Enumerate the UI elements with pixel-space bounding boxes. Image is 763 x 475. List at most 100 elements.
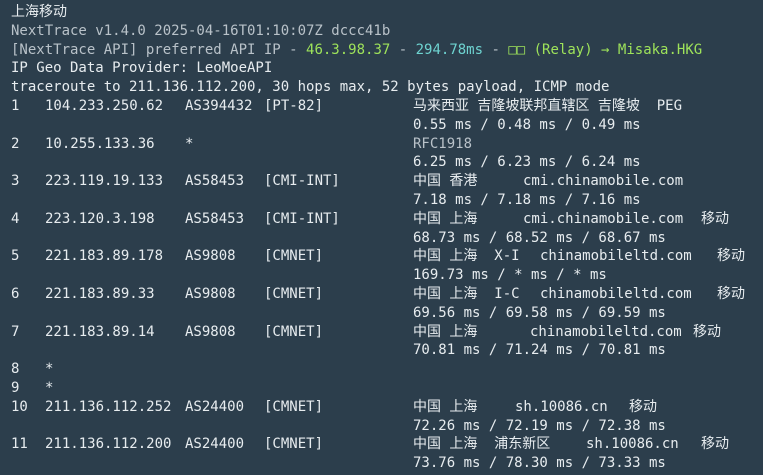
hop-latency-row: 72.26 ms / 72.19 ms / 72.38 ms: [11, 417, 763, 436]
hop-ip: *: [45, 379, 54, 396]
hop-asn: AS24400: [185, 398, 245, 415]
hop-tag: [CMNET]: [264, 436, 324, 453]
hop-latency-row: 73.76 ms / 78.30 ms / 73.33 ms: [11, 454, 763, 473]
hop-latency-row: 0.55 ms / 0.48 ms / 0.49 ms: [11, 116, 763, 135]
hop-latency: 72.26 ms / 72.19 ms / 72.38 ms: [413, 417, 666, 434]
version-line: NextTrace v1.4.0 2025-04-16T01:10:07Z dc…: [11, 22, 391, 39]
hop-domain: cmi.chinamobile.com: [523, 173, 684, 190]
hop-row: 7 221.183.89.14 AS9808 [CMNET] 中国 上海 chinamob…: [11, 323, 763, 342]
hop-latency-row: 70.81 ms / 71.24 ms / 70.81 ms: [11, 341, 763, 360]
hop-tag: [CMNET]: [264, 248, 324, 265]
hop-isp: 移动: [693, 323, 721, 340]
hop-isp: 移动: [701, 436, 729, 453]
hop-asn: AS394432: [185, 97, 253, 114]
hop-ip: 223.120.3.198: [45, 210, 155, 227]
hop-latency: 69.56 ms / 69.58 ms / 69.59 ms: [413, 304, 666, 321]
hop-ip: 104.233.250.62: [45, 97, 164, 114]
hop-latency: 70.81 ms / 71.24 ms / 70.81 ms: [413, 342, 666, 359]
traceroute-line: traceroute to 211.136.112.200, 30 hops m…: [11, 79, 610, 96]
hop-asn: *: [185, 135, 194, 152]
hop-ip: 221.183.89.33: [45, 285, 155, 302]
hop-latency: 73.76 ms / 78.30 ms / 73.33 ms: [413, 455, 666, 472]
api-ip: 46.3.98.37: [306, 41, 391, 58]
hop-asn: AS58453: [185, 210, 245, 227]
hop-latency: 68.73 ms / 68.52 ms / 68.67 ms: [413, 229, 666, 246]
hop-geo: 中国 香港: [413, 173, 478, 190]
hop-domain: chinamobileltd.com: [540, 285, 692, 302]
hop-number: 5: [11, 248, 20, 265]
hop-latency-row: 6.25 ms / 6.23 ms / 6.24 ms: [11, 153, 763, 172]
hop-number: 2: [11, 135, 20, 152]
hop-latency: 7.18 ms / 7.18 ms / 7.16 ms: [413, 191, 641, 208]
hop-domain: sh.10086.cn: [586, 436, 679, 453]
geo-provider-line: IP Geo Data Provider: LeoMoeAPI: [11, 60, 273, 77]
hop-ip: 221.183.89.14: [45, 323, 155, 340]
hop-number: 8: [11, 361, 20, 378]
hop-asn: AS9808: [185, 248, 236, 265]
hop-domain: chinamobileltd.com: [540, 248, 692, 265]
terminal-window[interactable]: 上海移动 NextTrace v1.4.0 2025-04-16T01:10:0…: [0, 0, 763, 475]
hop-asn: AS9808: [185, 323, 236, 340]
hop-geo: 中国 上海 浦东新区: [413, 436, 551, 453]
hop-asn: AS58453: [185, 173, 245, 190]
hop-number: 3: [11, 173, 20, 190]
hop-row: 3 223.119.19.133 AS58453 [CMI-INT] 中国 香港 cmi.…: [11, 172, 763, 191]
hop-domain: chinamobileltd.com: [530, 323, 682, 340]
hop-domain: sh.10086.cn: [515, 398, 608, 415]
hop-number: 7: [11, 323, 20, 340]
hop-row: 10 211.136.112.252 AS24400 [CMNET] 中国 上海 sh.1…: [11, 398, 763, 417]
hop-geo: 中国 上海 X-I: [413, 248, 520, 265]
api-prefix: [NextTrace API] preferred API IP -: [11, 41, 307, 58]
api-latency: 294.78ms: [415, 41, 484, 58]
api-sep-1: -: [390, 41, 416, 58]
hop-geo: 中国 上海: [413, 398, 478, 415]
hop-latency-row: 169.73 ms / * ms / * ms: [11, 266, 763, 285]
hop-row: 9 *: [11, 379, 763, 398]
hop-latency: 169.73 ms / * ms / * ms: [413, 267, 607, 284]
hop-number: 9: [11, 379, 20, 396]
hop-row: 6 221.183.89.33 AS9808 [CMNET] 中国 上海 I-C chin…: [11, 285, 763, 304]
hop-latency: 0.55 ms / 0.48 ms / 0.49 ms: [413, 116, 641, 133]
hop-domain: cmi.chinamobile.com: [523, 210, 684, 227]
hop-row: 11 211.136.112.200 AS24400 [CMNET] 中国 上海 浦东新…: [11, 435, 763, 454]
hop-tag: [CMI-INT]: [264, 210, 340, 227]
hop-isp: 移动: [629, 398, 657, 415]
hop-isp: 移动: [717, 285, 745, 302]
hop-geo: 马来西亚 吉隆坡联邦直辖区 吉隆坡 PEG: [413, 97, 683, 114]
hop-latency-row: 7.18 ms / 7.18 ms / 7.16 ms: [11, 191, 763, 210]
hop-asn: AS24400: [185, 436, 245, 453]
hop-tag: [CMNET]: [264, 398, 324, 415]
hop-ip: 211.136.112.252: [45, 398, 172, 415]
hop-row: 4 223.120.3.198 AS58453 [CMI-INT] 中国 上海 cmi.c…: [11, 210, 763, 229]
hop-tag: [CMNET]: [264, 285, 324, 302]
hop-number: 4: [11, 210, 20, 227]
hop-isp: 移动: [701, 210, 729, 227]
hop-ip: 211.136.112.200: [45, 436, 172, 453]
hop-ip: 221.183.89.178: [45, 248, 164, 265]
hop-geo: 中国 上海 I-C: [413, 285, 520, 302]
hop-latency: 6.25 ms / 6.23 ms / 6.24 ms: [413, 154, 641, 171]
hop-geo: RFC1918: [413, 135, 473, 152]
hop-ip: 223.119.19.133: [45, 173, 164, 190]
hop-geo: 中国 上海: [413, 323, 478, 340]
hop-row: 8 *: [11, 360, 763, 379]
hop-isp: 移动: [717, 248, 745, 265]
hop-geo: 中国 上海: [413, 210, 478, 227]
api-line: [NextTrace API] preferred API IP - 46.3.…: [11, 41, 763, 60]
hop-ip: 10.255.133.36: [45, 135, 155, 152]
hop-number: 11: [11, 436, 28, 453]
hop-tag: [CMI-INT]: [264, 173, 340, 190]
hop-row: 1 104.233.250.62 AS394432 [PT-82] 马来西亚 吉隆坡联邦…: [11, 97, 763, 116]
hop-number: 10: [11, 398, 28, 415]
hop-number: 1: [11, 97, 20, 114]
hop-list: 1 104.233.250.62 AS394432 [PT-82] 马来西亚 吉隆坡联邦…: [11, 97, 763, 473]
title-line: 上海移动: [11, 4, 67, 20]
hop-latency-row: 69.56 ms / 69.58 ms / 69.59 ms: [11, 304, 763, 323]
api-sep-2: -: [483, 41, 509, 58]
hop-number: 6: [11, 285, 20, 302]
hop-row: 2 10.255.133.36 * RFC1918: [11, 135, 763, 154]
api-relay: □□ (Relay) → Misaka.HKG: [508, 41, 703, 58]
hop-latency-row: 68.73 ms / 68.52 ms / 68.67 ms: [11, 229, 763, 248]
hop-row: 5 221.183.89.178 AS9808 [CMNET] 中国 上海 X-I chi…: [11, 247, 763, 266]
hop-asn: AS9808: [185, 285, 236, 302]
